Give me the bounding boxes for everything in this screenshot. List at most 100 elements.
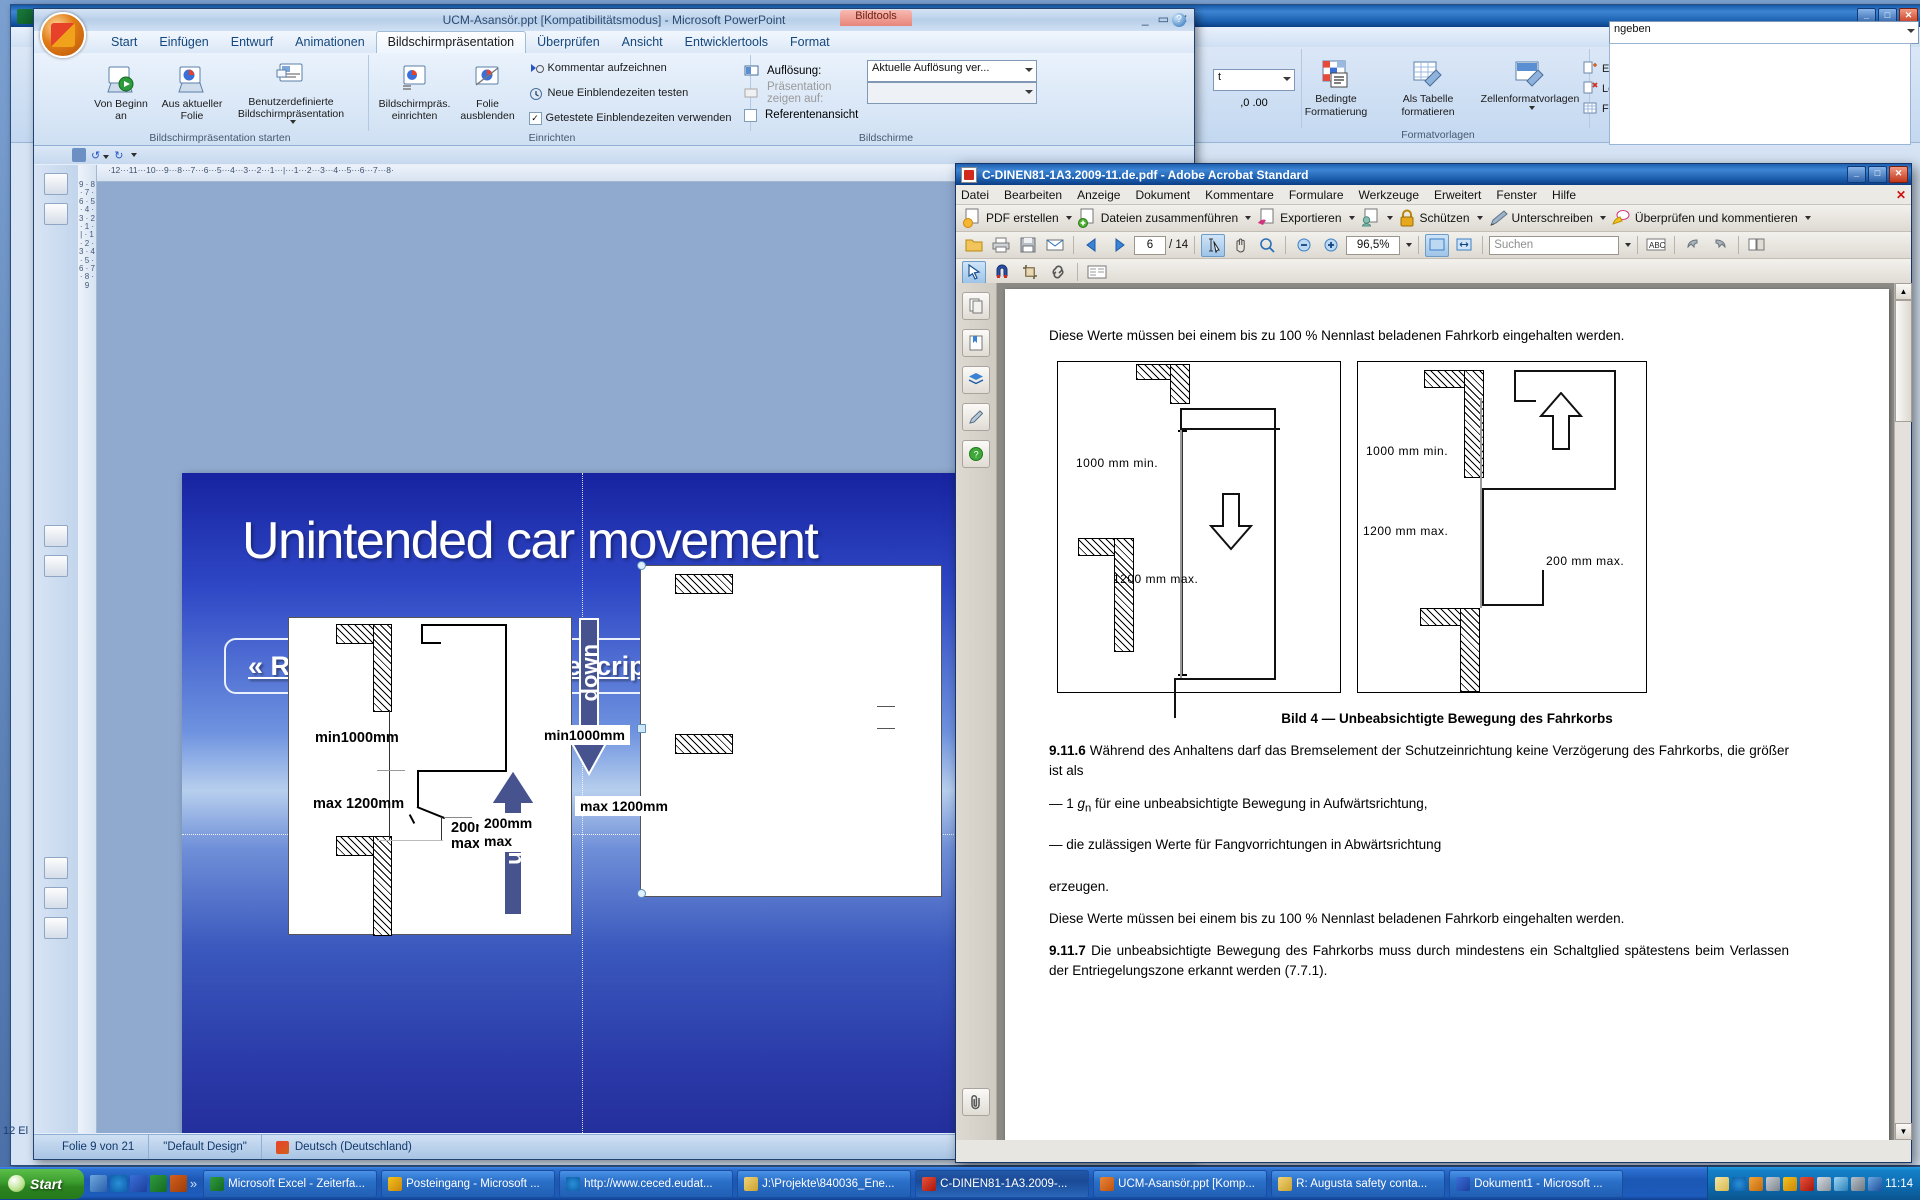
taskbar-item-browser[interactable]: http://www.ceced.eudat...	[559, 1169, 734, 1198]
acrobat-navigation-pane[interactable]: ?	[956, 283, 997, 1140]
network-tray-icon[interactable]	[1732, 1176, 1747, 1191]
customize-qat-icon[interactable]	[131, 153, 138, 157]
acrobat-vertical-scrollbar[interactable]: ▲ ▼	[1894, 283, 1912, 1140]
excel-help-search-input[interactable]: ngeben	[1609, 21, 1919, 44]
help-panel-button[interactable]: ?	[962, 440, 990, 468]
menu-dokument[interactable]: Dokument	[1135, 188, 1190, 202]
checkbox-icon[interactable]	[744, 108, 757, 122]
menu-datei[interactable]: Datei	[961, 188, 989, 202]
chevron-down-icon[interactable]	[1386, 216, 1393, 220]
save-button[interactable]	[1016, 234, 1040, 257]
pane-tool-icon[interactable]	[44, 887, 68, 909]
email-button[interactable]	[1043, 234, 1067, 257]
update-tray-icon[interactable]	[1749, 1176, 1764, 1191]
show-desktop-icon[interactable]	[89, 1175, 107, 1192]
excel-decimal-buttons[interactable]: ,0 .00	[1240, 97, 1268, 109]
callout-max1200[interactable]: max 1200mm	[575, 796, 673, 816]
tab-start[interactable]: Start	[100, 32, 148, 53]
quick-launch-bar[interactable]: »	[84, 1170, 201, 1198]
word-icon[interactable]	[129, 1175, 147, 1192]
powerpoint-titlebar[interactable]: UCM-Asansör.ppt [Kompatibilitätsmodus] -…	[34, 9, 1194, 58]
chevron-down-icon[interactable]	[1599, 216, 1606, 220]
powerpoint-maximize-button[interactable]: ▭	[1158, 12, 1169, 26]
button-collaborate[interactable]	[1360, 208, 1393, 228]
volume-tray-icon[interactable]	[1834, 1176, 1849, 1191]
bookmarks-panel-button[interactable]	[962, 329, 990, 357]
selection-handle[interactable]	[637, 561, 646, 570]
help-icon[interactable]: ?	[1172, 13, 1186, 27]
button-dateien-zusammenfuehren[interactable]: Dateien zusammenführen	[1077, 208, 1252, 228]
select-tool-button[interactable]	[1201, 233, 1226, 257]
outlook-tray-icon[interactable]	[1783, 1176, 1798, 1191]
scroll-down-button[interactable]: ▼	[1895, 1123, 1912, 1140]
article-box-button[interactable]	[1085, 261, 1109, 284]
open-file-button[interactable]	[962, 234, 986, 257]
internet-explorer-icon[interactable]	[109, 1175, 127, 1192]
callout-200mm[interactable]: 200mm max	[479, 813, 538, 852]
tab-ansicht[interactable]: Ansicht	[611, 32, 674, 53]
system-tray[interactable]: 11:14	[1707, 1167, 1920, 1200]
excel-help-search[interactable]: ngeben	[1609, 21, 1919, 44]
powerpoint-icon[interactable]	[169, 1175, 187, 1192]
acrobat-close-button[interactable]: ✕	[1889, 166, 1908, 183]
acrobat-tray-icon[interactable]	[1800, 1176, 1815, 1191]
slide-title[interactable]: Unintended car movement	[242, 511, 922, 571]
fit-page-button[interactable]	[1425, 233, 1450, 257]
redo-icon[interactable]: ↻	[114, 149, 123, 162]
chevron-down-icon[interactable]	[289, 120, 296, 125]
checkbox-icon[interactable]: ✓	[528, 111, 542, 125]
technical-drawing-right[interactable]	[640, 565, 942, 897]
button-pdf-erstellen[interactable]: PDF erstellen	[962, 208, 1072, 228]
acrobat-tasks-toolbar[interactable]: PDF erstellen Dateien zusammenführen Exp…	[956, 205, 1911, 232]
tab-animationen[interactable]: Animationen	[284, 32, 376, 53]
pane-tool-icon[interactable]	[44, 857, 68, 879]
combo-aufloesung[interactable]: Aktuelle Auflösung ver...	[867, 60, 1037, 82]
acrobat-document-view[interactable]: Diese Werte müssen bei einem bis zu 100 …	[997, 283, 1895, 1140]
menu-hilfe[interactable]: Hilfe	[1552, 188, 1576, 202]
next-view-button[interactable]	[1708, 234, 1732, 257]
chevron-down-icon[interactable]	[1245, 216, 1252, 220]
select-object-button[interactable]	[962, 260, 986, 284]
marquee-zoom-button[interactable]	[1255, 234, 1279, 257]
page-number-input[interactable]: 6	[1134, 235, 1166, 255]
chevron-down-icon[interactable]	[1476, 216, 1483, 220]
zoom-level-input[interactable]: 96,5%	[1346, 235, 1401, 255]
previous-page-button[interactable]	[1080, 234, 1104, 257]
increase-decimal-icon[interactable]: ,0 .00	[1240, 97, 1268, 109]
button-aus-aktueller-folie[interactable]: Aus aktueller Folie	[154, 64, 230, 122]
device-tray-icon[interactable]	[1817, 1176, 1832, 1191]
link-button[interactable]	[1046, 261, 1070, 284]
start-button[interactable]: Start	[0, 1168, 84, 1199]
button-ueberpruefen-und-kommentieren[interactable]: Überprüfen und kommentieren	[1611, 208, 1811, 228]
zoom-in-button[interactable]	[1319, 234, 1343, 257]
windows-taskbar[interactable]: Start » Microsoft Excel - Zeiterfa... Po…	[0, 1167, 1920, 1200]
pages-panel-button[interactable]	[962, 292, 990, 320]
mail-tray-icon[interactable]	[1715, 1176, 1730, 1191]
quick-access-toolbar[interactable]: ↺ ↻	[34, 146, 1194, 164]
next-page-button[interactable]	[1107, 234, 1131, 257]
menu-anzeige[interactable]: Anzeige	[1077, 188, 1120, 202]
menu-fenster[interactable]: Fenster	[1496, 188, 1537, 202]
tab-ueberpruefen[interactable]: Überprüfen	[526, 32, 611, 53]
slides-thumbnail-pane[interactable]	[34, 165, 79, 1133]
selection-handle[interactable]	[637, 724, 646, 733]
taskbar-item-explorer[interactable]: J:\Projekte\840036_Ene...	[737, 1169, 912, 1198]
undo-icon[interactable]: ↺	[91, 149, 110, 162]
excel-icon[interactable]	[149, 1175, 167, 1192]
keyboard-tray-icon[interactable]	[1851, 1176, 1866, 1191]
crop-button[interactable]	[1018, 261, 1042, 284]
powerpoint-minimize-button[interactable]: _	[1142, 12, 1149, 26]
acrobat-menubar[interactable]: Datei Bearbeiten Anzeige Dokument Kommen…	[956, 185, 1911, 205]
comments-panel-button[interactable]	[962, 403, 990, 431]
search-input[interactable]: Suchen	[1489, 235, 1620, 255]
menu-bearbeiten[interactable]: Bearbeiten	[1004, 188, 1062, 202]
chevron-down-icon[interactable]	[1804, 216, 1811, 220]
slide-canvas[interactable]: Unintended car movement « Required dista…	[182, 473, 982, 1133]
fit-width-button[interactable]	[1452, 234, 1476, 257]
quick-launch-expand-icon[interactable]: »	[190, 1176, 197, 1191]
menu-werkzeuge[interactable]: Werkzeuge	[1359, 188, 1419, 202]
excel-button-bedingte-formatierung[interactable]: Bedingte Formatierung	[1291, 59, 1381, 118]
close-document-icon[interactable]: ✕	[1896, 188, 1906, 202]
taskbar-item-word[interactable]: Dokument1 - Microsoft ...	[1449, 1169, 1624, 1198]
snapshot-magnet-button[interactable]	[990, 261, 1014, 284]
